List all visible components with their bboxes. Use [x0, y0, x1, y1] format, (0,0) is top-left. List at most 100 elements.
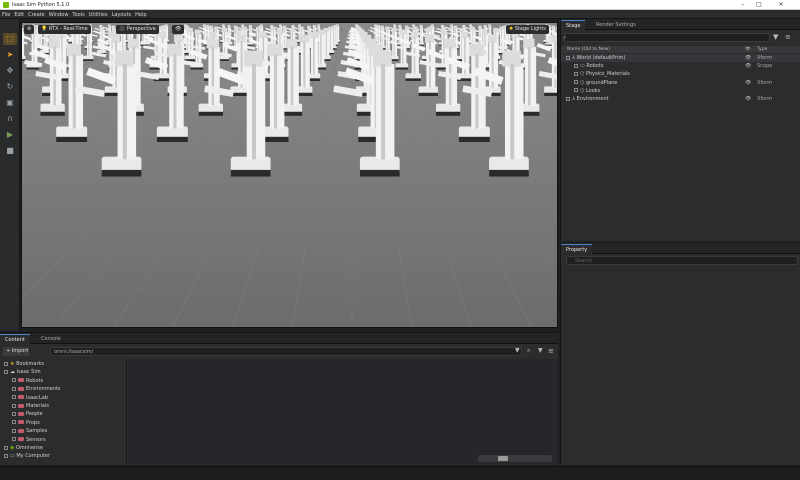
stage-row[interactable]: ⅄ World (defaultPrim) 👁 Xform — [561, 54, 800, 62]
content-tree: ★ Bookmarks ☁ Isaac Sim Robots Environments… — [0, 359, 127, 466]
path-dropdown-icon[interactable]: ▼ — [515, 347, 520, 354]
menu-tools[interactable]: Tools — [70, 10, 86, 20]
stage-panel: Stage Render Settings ⌕ ▼ ≡ Name (Old to… — [560, 19, 800, 241]
folder-icon — [18, 420, 24, 425]
stage-row[interactable]: ⬡ Physics_Materials — [561, 70, 800, 78]
camera-label: Perspective — [126, 26, 156, 32]
expand-icon[interactable] — [4, 445, 8, 450]
visibility-icon[interactable]: 👁 — [745, 62, 751, 70]
stage-row[interactable]: ▭ Robots 👁 Scope — [561, 62, 800, 70]
tab-content[interactable]: Content — [0, 334, 30, 344]
tree-item[interactable]: Environments — [12, 385, 61, 393]
expand-icon[interactable] — [574, 80, 578, 85]
import-button[interactable]: + Import — [3, 347, 29, 356]
view-options-button[interactable]: 👁 — [172, 25, 185, 34]
tree-item[interactable]: Props — [12, 419, 40, 427]
snap-icon[interactable]: ∩ — [3, 113, 17, 125]
content-menu-icon[interactable]: ≡ — [548, 347, 554, 355]
content-search-icon[interactable]: ⌕ — [527, 347, 530, 355]
menu-utilities[interactable]: Utilities — [87, 10, 110, 20]
select-icon[interactable]: ⬚ — [3, 33, 17, 45]
visibility-icon[interactable]: 👁 — [745, 95, 751, 103]
tree-item[interactable]: ◉ Omniverse — [4, 444, 43, 452]
maximize-button[interactable]: □ — [754, 1, 764, 9]
tree-item-label: Isaac Sim — [16, 369, 41, 376]
menu-help[interactable]: Help — [133, 10, 148, 20]
stage-tabs: Stage Render Settings — [561, 19, 800, 30]
tree-item-label: Environments — [26, 386, 61, 393]
tree-item[interactable]: People — [12, 410, 43, 418]
viewport-settings-button[interactable]: ⚙ — [24, 25, 35, 34]
tab-property[interactable]: Property — [561, 244, 593, 254]
expand-icon[interactable] — [12, 437, 16, 442]
content-filter-icon[interactable]: ▼ — [538, 347, 543, 354]
expand-icon[interactable] — [12, 411, 16, 416]
zoom-slider-handle[interactable] — [498, 456, 508, 461]
tree-item[interactable]: Robots — [12, 377, 43, 385]
expand-icon[interactable] — [12, 403, 16, 408]
stage-row[interactable]: ⅄ Environment 👁 Xform — [561, 95, 800, 103]
play-icon[interactable]: ▶ — [3, 129, 17, 141]
tree-item-label: Props — [26, 419, 40, 426]
col-type[interactable]: Type — [757, 46, 767, 53]
stage-lights-button[interactable]: ✹ Stage Lights — [506, 25, 549, 34]
expand-icon[interactable] — [574, 71, 578, 76]
tree-item[interactable]: IsaacLab — [12, 394, 48, 402]
expand-icon[interactable] — [12, 378, 16, 383]
minimize-button[interactable]: – — [738, 1, 748, 9]
tab-stage[interactable]: Stage — [561, 20, 586, 30]
folder-icon — [18, 386, 24, 391]
stop-icon[interactable]: ■ — [3, 145, 17, 157]
stage-row[interactable]: ⬡ groundPlane 👁 Xform — [561, 79, 800, 87]
menu-layouts[interactable]: Layouts — [110, 10, 134, 20]
tree-item[interactable]: ☁ Isaac Sim — [4, 368, 41, 376]
expand-icon[interactable] — [574, 88, 578, 93]
stage-row-label: groundPlane — [585, 79, 618, 86]
tree-item[interactable]: Samples — [12, 427, 47, 435]
col-name[interactable]: Name (Old to New) — [567, 46, 610, 53]
property-search-input[interactable]: Search — [566, 256, 798, 265]
expand-icon[interactable] — [574, 63, 578, 68]
viewport[interactable]: ⚙ 💡 RTX - Real-Time 🎥 Perspective 👁 ✹ St… — [21, 22, 558, 328]
content-tabs: Content Console — [0, 333, 558, 344]
menu-window[interactable]: Window — [47, 10, 71, 20]
expand-icon[interactable] — [4, 453, 8, 458]
filter-icon[interactable]: ▼ — [773, 33, 778, 41]
visibility-icon[interactable]: 👁 — [745, 54, 751, 62]
expand-icon[interactable] — [12, 386, 16, 391]
pointer-icon[interactable]: ➤ — [3, 49, 17, 61]
tab-console[interactable]: Console — [36, 334, 66, 344]
tree-item[interactable]: ★ Bookmarks — [4, 360, 44, 368]
move-icon[interactable]: ✥ — [3, 65, 17, 77]
stage-search-input[interactable] — [564, 33, 770, 42]
menu-create[interactable]: Create — [26, 10, 47, 20]
tree-item[interactable]: ▭ My Computer — [4, 452, 50, 460]
cloud-icon: ☁ — [10, 369, 17, 376]
expand-icon[interactable] — [12, 420, 16, 425]
content-browser — [128, 359, 558, 466]
visibility-icon[interactable]: 👁 — [745, 79, 751, 87]
expand-icon[interactable] — [4, 361, 8, 366]
stage-row[interactable]: ⬡ Looks — [561, 87, 800, 95]
menu-bar: File Edit Create Window Tools Utilities … — [0, 10, 800, 19]
title-bar: Isaac Sim Python 5.1.0 – □ ✕ — [0, 0, 800, 10]
tree-item-label: My Computer — [16, 453, 51, 460]
renderer-button[interactable]: 💡 RTX - Real-Time — [38, 25, 91, 34]
folder-icon — [18, 411, 24, 416]
tree-item[interactable]: Materials — [12, 402, 49, 410]
menu-icon[interactable]: ≡ — [785, 33, 791, 41]
close-button[interactable]: ✕ — [776, 1, 786, 9]
expand-icon[interactable] — [566, 55, 570, 60]
zoom-slider[interactable] — [478, 455, 552, 462]
folder-icon — [18, 403, 24, 408]
expand-icon[interactable] — [4, 369, 8, 374]
tree-item[interactable]: Sensors — [12, 436, 46, 444]
expand-icon[interactable] — [566, 96, 570, 101]
scale-icon[interactable]: ▣ — [3, 97, 17, 109]
path-field[interactable]: omni:/isaacsim/ — [50, 347, 522, 356]
expand-icon[interactable] — [12, 428, 16, 433]
rotate-icon[interactable]: ↻ — [3, 81, 17, 93]
camera-button[interactable]: 🎥 Perspective — [116, 25, 159, 34]
expand-icon[interactable] — [12, 395, 16, 400]
tab-render-settings[interactable]: Render Settings — [591, 20, 641, 30]
